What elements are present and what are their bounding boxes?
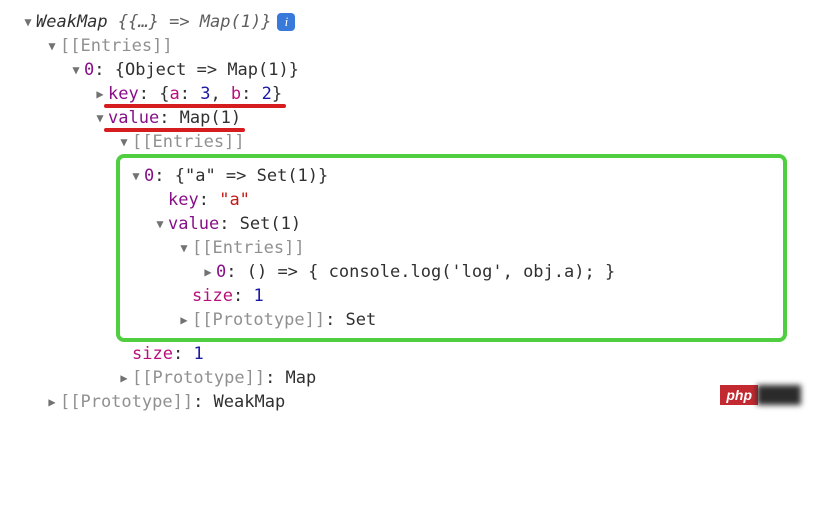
inner-entries-label: [[Entries]] [132,132,245,152]
arrow-right-icon[interactable]: ▶ [92,87,108,101]
arrow-down-icon[interactable]: ▼ [176,241,192,255]
arrow-down-icon[interactable]: ▼ [128,169,144,183]
arrow-right-icon[interactable]: ▶ [44,395,60,409]
watermark-blur [757,385,801,405]
weakmap-proto-line[interactable]: ▶ [[Prototype]] : WeakMap [20,390,801,414]
inner-entries-line[interactable]: ▼ [[Entries]] [20,130,801,154]
set-inner-entry0-line[interactable]: ▶ 0 : () => { console.log('log', obj.a);… [124,260,777,284]
set-entry0-summary-line[interactable]: ▼ 0 : {"a" => Set(1)} [124,164,777,188]
arrow-down-icon[interactable]: ▼ [68,63,84,77]
set-entry0-value-line[interactable]: ▼ value : Set(1) [124,212,777,236]
map-size-line[interactable]: size : 1 [20,342,801,366]
arrow-down-icon[interactable]: ▼ [20,15,36,29]
entry0-index: 0 [84,60,94,80]
highlight-box: ▼ 0 : {"a" => Set(1)} key : "a" ▼ value … [116,154,787,342]
arrow-right-icon[interactable]: ▶ [116,371,132,385]
entry0-summary-line[interactable]: ▼ 0 : {Object => Map(1)} [20,58,801,82]
root-summary-line[interactable]: ▼ WeakMap {{…} => Map(1)} i [20,10,801,34]
set-entries-line[interactable]: ▼ [[Entries]] [124,236,777,260]
watermark: php [720,384,801,406]
entry0-key-line[interactable]: ▶ key: {a: 3, b: 2} [20,82,801,106]
set-entry0-key-line[interactable]: key : "a" [124,188,777,212]
set-size-line[interactable]: size : 1 [124,284,777,308]
entry0-summary: {Object => Map(1)} [115,60,299,80]
arrow-down-icon[interactable]: ▼ [44,39,60,53]
arrow-down-icon[interactable]: ▼ [92,111,108,125]
arrow-right-icon[interactable]: ▶ [200,265,216,279]
root-summary: WeakMap {{…} => Map(1)} [36,12,271,32]
arrow-right-icon[interactable]: ▶ [176,313,192,327]
entries-line[interactable]: ▼ [[Entries]] [20,34,801,58]
arrow-down-icon[interactable]: ▼ [116,135,132,149]
entry0-value-underline: value: Map(1) [108,108,241,128]
entry0-value-line[interactable]: ▼ value: Map(1) [20,106,801,130]
entry0-key-underline: key: {a: 3, b: 2} [108,84,282,104]
set-proto-line[interactable]: ▶ [[Prototype]] : Set [124,308,777,332]
arrow-down-icon[interactable]: ▼ [152,217,168,231]
map-proto-line[interactable]: ▶ [[Prototype]] : Map [20,366,801,390]
info-icon[interactable]: i [277,13,295,31]
entries-label: [[Entries]] [60,36,173,56]
colon: : [94,60,114,80]
watermark-text: php [720,385,758,405]
